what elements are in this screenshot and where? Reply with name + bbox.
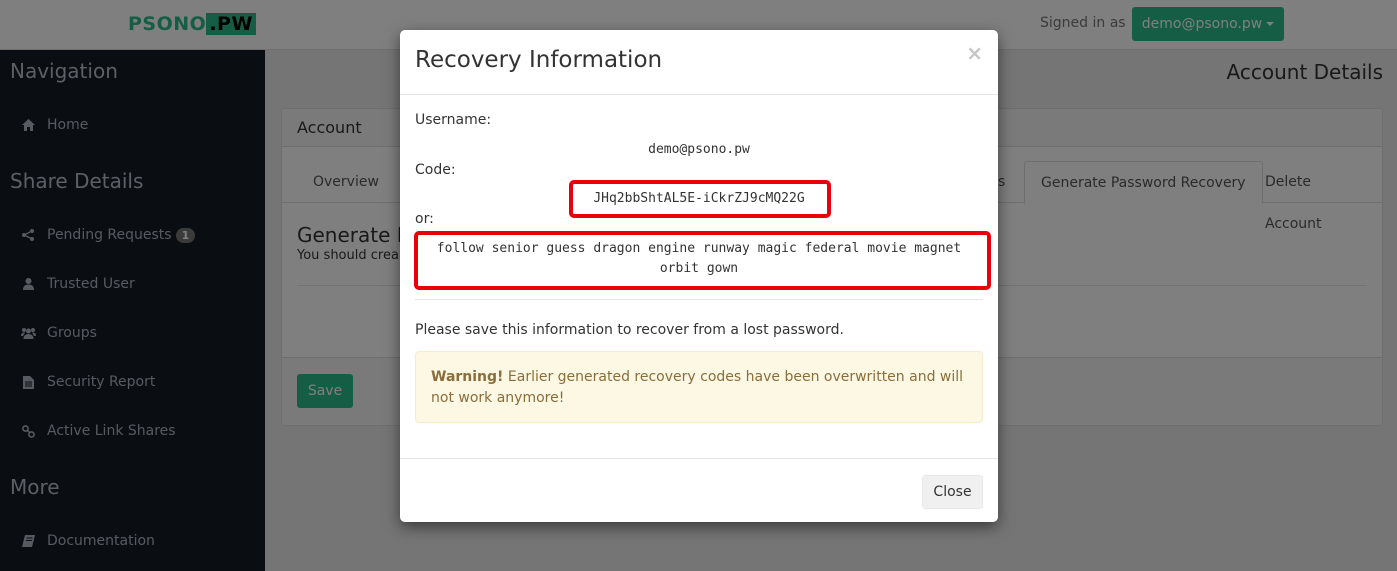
- modal-footer: Close: [400, 458, 998, 522]
- warning-text: Earlier generated recovery codes have be…: [431, 369, 964, 406]
- divider: [415, 299, 983, 300]
- close-button[interactable]: Close: [922, 475, 983, 509]
- warning-alert: Warning! Earlier generated recovery code…: [415, 351, 983, 423]
- username-label: Username:: [415, 112, 492, 128]
- close-icon[interactable]: ×: [966, 43, 983, 63]
- recovery-information-modal: Recovery Information × Username: demo@ps…: [400, 30, 998, 522]
- code-value: JHq2bbShtAL5E-iCkrZJ9cMQ22G: [593, 191, 805, 206]
- warning-strong: Warning!: [431, 369, 504, 385]
- recovery-words-line-2: orbit gown: [659, 261, 739, 276]
- code-label: Code:: [415, 162, 456, 178]
- recovery-words-line-1: follow senior guess dragon engine runway…: [436, 241, 962, 256]
- username-value: demo@psono.pw: [648, 142, 750, 157]
- modal-header: Recovery Information ×: [400, 30, 998, 95]
- info-text: Please save this information to recover …: [415, 322, 844, 338]
- or-label: or:: [415, 211, 434, 227]
- modal-title: Recovery Information: [415, 47, 663, 73]
